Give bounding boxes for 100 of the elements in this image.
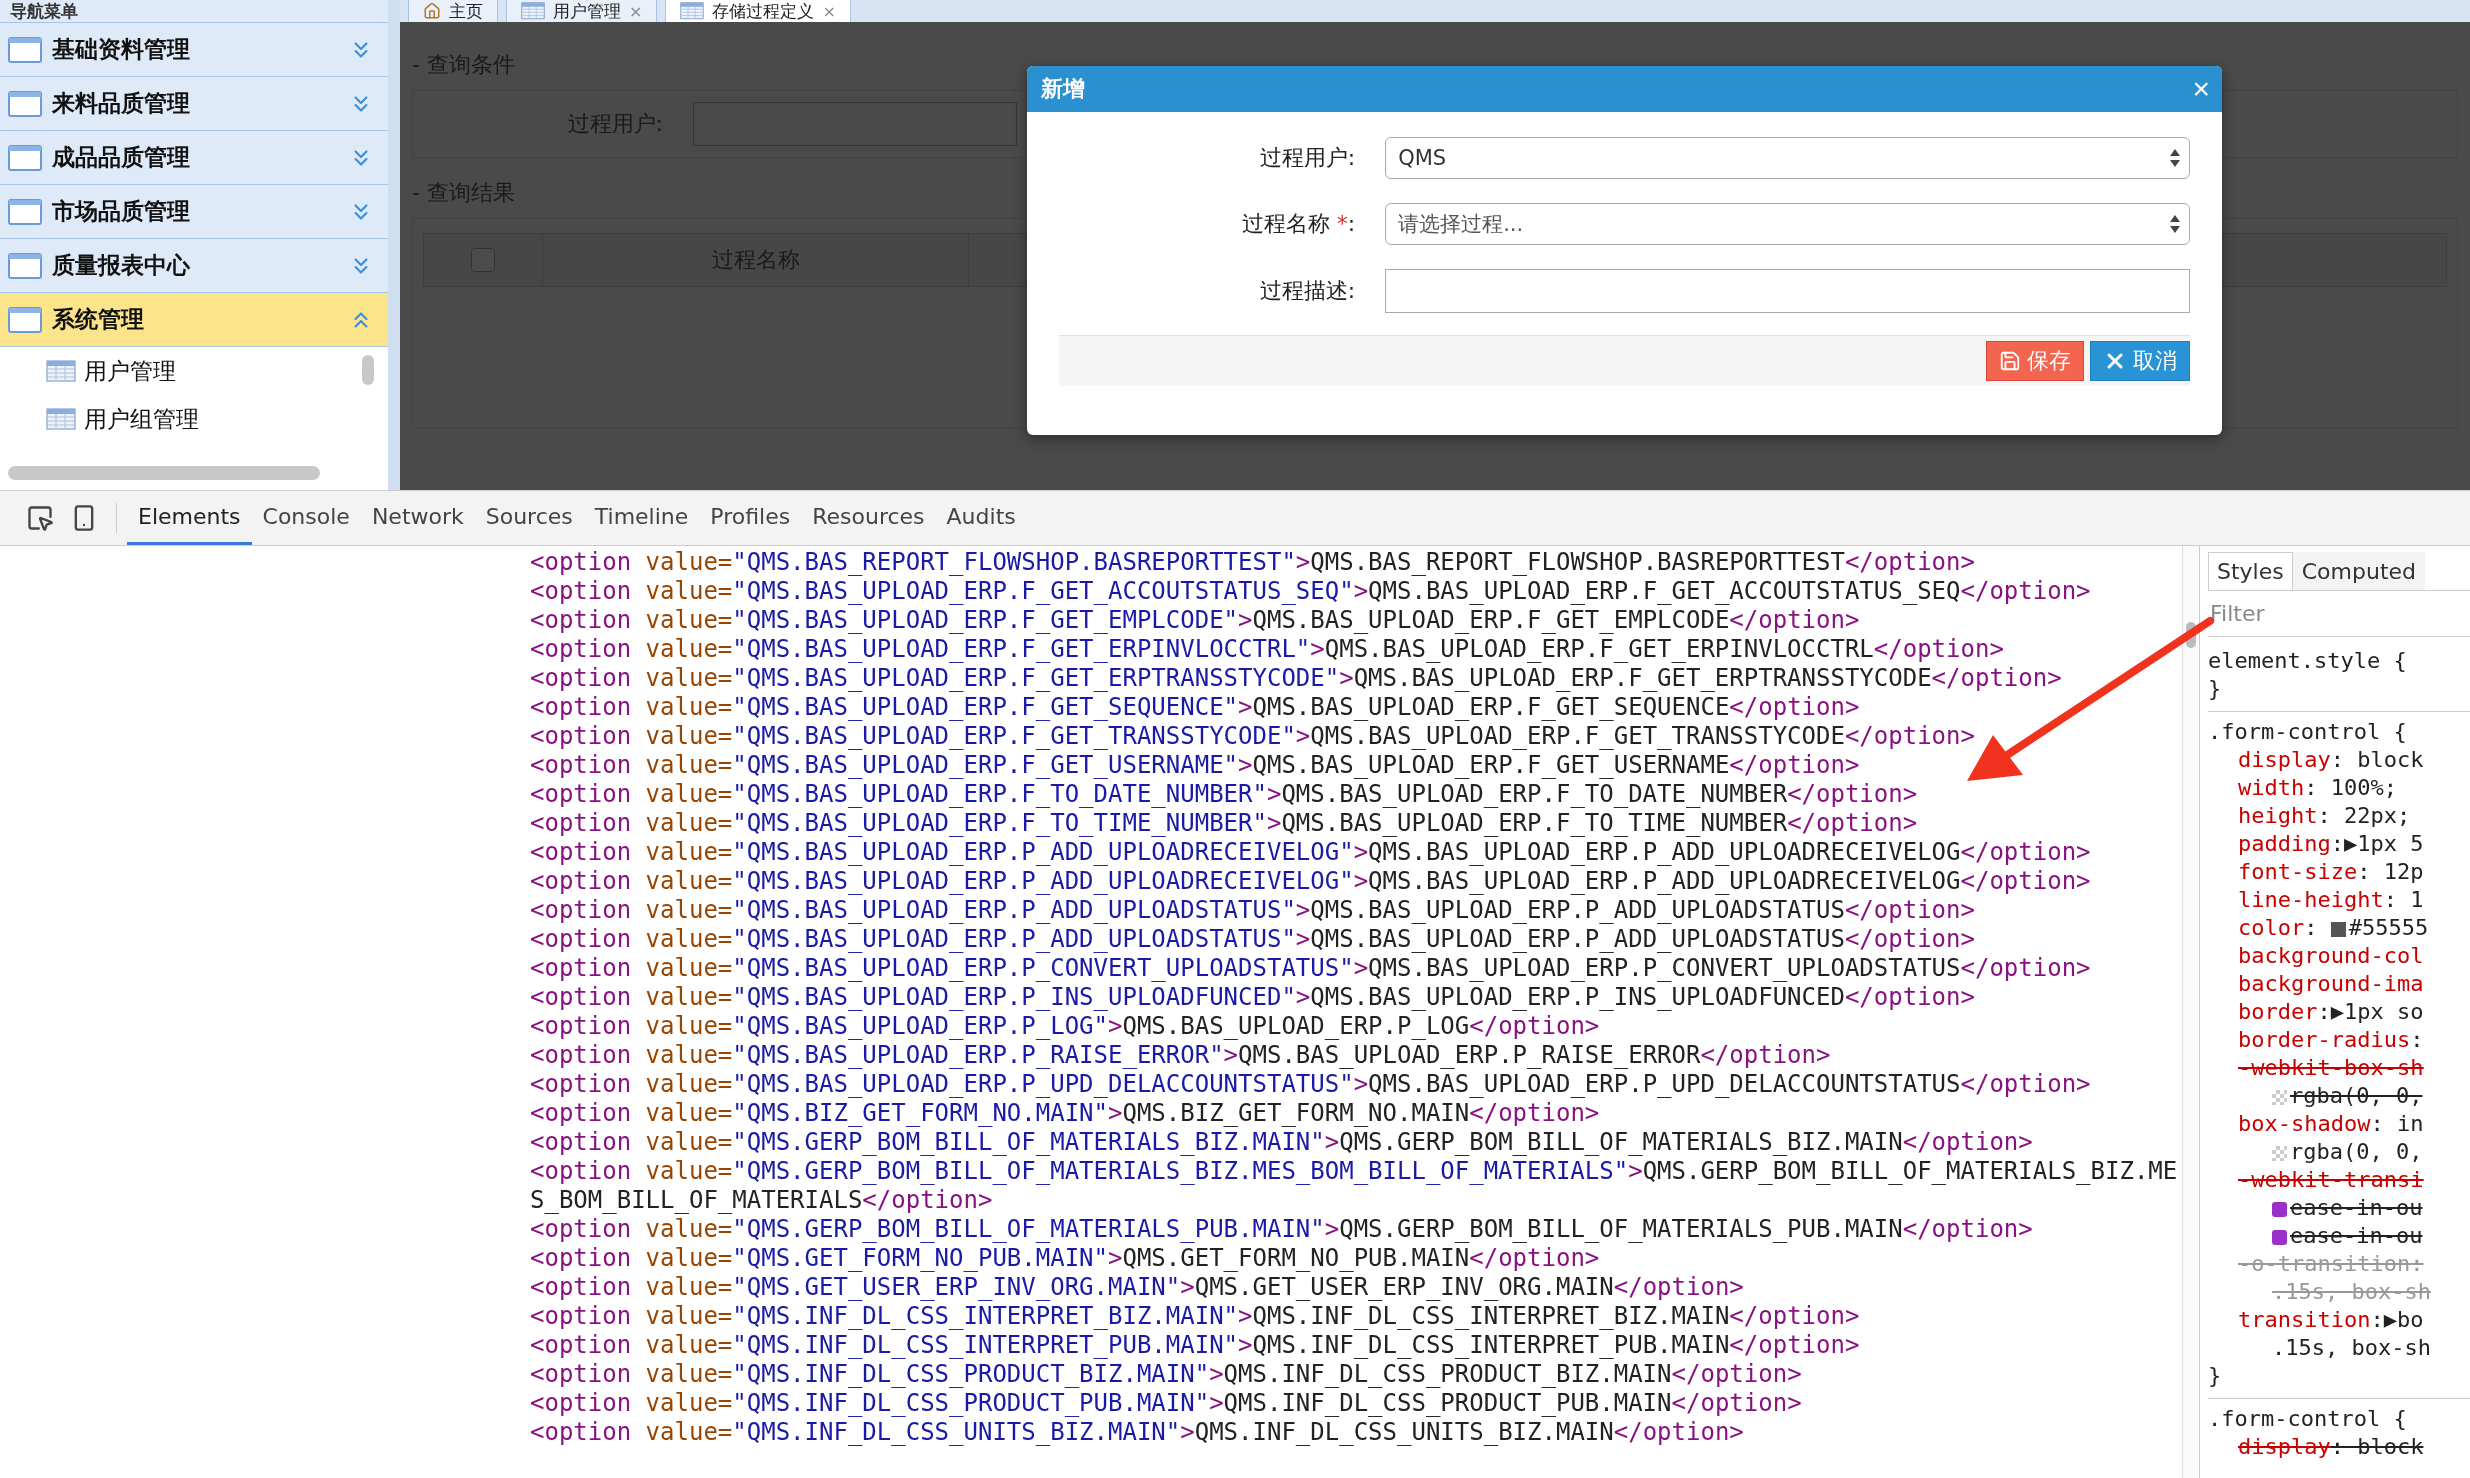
styles-tab[interactable]: Styles <box>2208 552 2293 590</box>
css-declaration: padding:▶1px 5 <box>2237 830 2425 858</box>
css-declaration: background-col <box>2237 942 2425 970</box>
checkbox[interactable] <box>471 248 495 272</box>
code-line[interactable]: <option value="QMS.BAS_UPLOAD_ERP.F_GET_ERPINVLOCCTRL">QMS.BAS_UPLOAD_ERP.F_GET_ERPINVLOCCTRL</option> <box>530 635 2185 664</box>
css-value: .15s, box-sh <box>2271 1278 2432 1306</box>
input-field[interactable] <box>693 102 1017 146</box>
code-line[interactable]: <option value="QMS.GERP_BOM_BILL_OF_MATERIALS_PUB.MAIN">QMS.GERP_BOM_BILL_OF_MATERIALS_PUB.MAIN</option> <box>530 1215 2185 1244</box>
code-line[interactable]: <option value="QMS.BAS_UPLOAD_ERP.P_ADD_UPLOADSTATUS">QMS.BAS_UPLOAD_ERP.P_ADD_UPLOADSTATUS</option> <box>530 925 2185 954</box>
code-line[interactable]: <option value="QMS.BAS_UPLOAD_ERP.F_GET_ERPTRANSSTYCODE">QMS.BAS_UPLOAD_ERP.F_GET_ERPTRANSSTYCODE</option> <box>530 664 2185 693</box>
devtools-tab[interactable]: Elements <box>127 491 252 545</box>
scrollbar-thumb[interactable] <box>2186 622 2196 648</box>
code-line[interactable]: <option value="QMS.BAS_UPLOAD_ERP.P_ADD_UPLOADRECEIVELOG">QMS.BAS_UPLOAD_ERP.P_ADD_UPLOADRECEIVELOG</option> <box>530 867 2185 896</box>
tab[interactable]: 主页 <box>408 0 498 22</box>
css-declaration: background-ima <box>2237 970 2425 998</box>
window-icon <box>8 144 42 171</box>
code-line[interactable]: <option value="QMS.INF_DL_CSS_PRODUCT_BIZ.MAIN">QMS.INF_DL_CSS_PRODUCT_BIZ.MAIN</option> <box>530 1360 2185 1389</box>
window-icon <box>8 198 42 225</box>
code-line[interactable]: <option value="QMS.GERP_BOM_BILL_OF_MATERIALS_BIZ.MES_BOM_BILL_OF_MATERIALS">QMS.GERP_BOM_BILL_OF_MATERIALS_BIZ.MES_BOM_BILL_OF_MATERIALS</option> <box>530 1157 2185 1215</box>
devtools-tab[interactable]: Audits <box>935 491 1027 545</box>
code-line[interactable]: <option value="QMS.GERP_BOM_BILL_OF_MATERIALS_BIZ.MAIN">QMS.GERP_BOM_BILL_OF_MATERIALS_BIZ.MAIN</option> <box>530 1128 2185 1157</box>
tab[interactable]: 存储过程定义 × <box>665 0 851 22</box>
sidebar-item[interactable]: 基础资料管理 <box>0 23 388 77</box>
css-value: ease-in-ou <box>2208 1222 2470 1250</box>
sidebar-subitem[interactable]: 用户组管理 <box>0 395 199 443</box>
code-line[interactable]: <option value="QMS.BAS_UPLOAD_ERP.F_GET_TRANSSTYCODE">QMS.BAS_UPLOAD_ERP.F_GET_TRANSSTYCODE</option> <box>530 722 2185 751</box>
css-brace: } <box>2208 675 2223 703</box>
code-line[interactable]: <option value="QMS.BIZ_GET_FORM_NO.MAIN">QMS.BIZ_GET_FORM_NO.MAIN</option> <box>530 1099 2185 1128</box>
code-line[interactable]: <option value="QMS.BAS_UPLOAD_ERP.F_GET_SEQUENCE">QMS.BAS_UPLOAD_ERP.F_GET_SEQUENCE</option> <box>530 693 2185 722</box>
tab[interactable]: 用户管理 × <box>506 0 658 22</box>
window-icon <box>8 90 42 117</box>
code-line[interactable]: <option value="QMS.BAS_UPLOAD_ERP.F_GET_EMPLCODE">QMS.BAS_UPLOAD_ERP.F_GET_EMPLCODE</option> <box>530 606 2185 635</box>
code-line[interactable]: <option value="QMS.BAS_REPORT_FLOWSHOP.BASREPORTTEST">QMS.BAS_REPORT_FLOWSHOP.BASREPORTTEST</option> <box>530 548 2185 577</box>
scrollbar-thumb[interactable] <box>362 355 374 385</box>
css-value: rgba(0, 0, <box>2208 1082 2470 1110</box>
sidebar-item[interactable]: 来料品质管理 <box>0 77 388 131</box>
table-icon <box>680 2 705 20</box>
code-line[interactable]: <option value="QMS.INF_DL_CSS_INTERPRET_PUB.MAIN">QMS.INF_DL_CSS_INTERPRET_PUB.MAIN</option> <box>530 1331 2185 1360</box>
window-icon <box>8 36 42 63</box>
code-line[interactable]: <option value="QMS.BAS_UPLOAD_ERP.P_UPD_DELACCOUNTSTATUS">QMS.BAS_UPLOAD_ERP.P_UPD_DELACCOUNTSTATUS</option> <box>530 1070 2185 1099</box>
css-declaration: border:▶1px so <box>2237 998 2425 1026</box>
code-line[interactable]: <option value="QMS.BAS_UPLOAD_ERP.F_TO_DATE_NUMBER">QMS.BAS_UPLOAD_ERP.F_TO_DATE_NUMBER</option> <box>530 780 2185 809</box>
css-declaration: font-size: 12p <box>2237 858 2425 886</box>
code-line[interactable]: <option value="QMS.BAS_UPLOAD_ERP.P_RAISE_ERROR">QMS.BAS_UPLOAD_ERP.P_RAISE_ERROR</option> <box>530 1041 2185 1070</box>
sidebar-item[interactable]: 系统管理 <box>0 293 388 347</box>
color-swatch-icon[interactable] <box>2330 921 2346 937</box>
sidebar-item[interactable]: 质量报表中心 <box>0 239 388 293</box>
code-line[interactable]: <option value="QMS.INF_DL_CSS_INTERPRET_BIZ.MAIN">QMS.INF_DL_CSS_INTERPRET_BIZ.MAIN</option> <box>530 1302 2185 1331</box>
input-field[interactable] <box>1385 269 2190 313</box>
field-label: 过程描述: <box>1258 277 1357 305</box>
field-label: 过程名称 *: <box>1240 210 1357 238</box>
css-value: .15s, box-sh <box>2271 1334 2432 1362</box>
devtools-tab[interactable]: Sources <box>474 491 584 545</box>
css-declaration: box-shadow: in <box>2237 1110 2425 1138</box>
sidebar-title: 导航菜单 <box>0 0 388 23</box>
sidebar-item[interactable]: 成品品质管理 <box>0 131 388 185</box>
devtools-tab[interactable]: Resources <box>801 491 936 545</box>
code-line[interactable]: <option value="QMS.BAS_UPLOAD_ERP.F_GET_ACCOUTSTATUS_SEQ">QMS.BAS_UPLOAD_ERP.F_GET_ACCOUTSTATUS_SEQ</option> <box>530 577 2185 606</box>
css-declaration: transition:▶bo <box>2237 1306 2425 1334</box>
css-declaration: display: block <box>2237 746 2425 774</box>
table-icon <box>46 408 76 430</box>
scrollbar-thumb[interactable] <box>8 466 320 480</box>
easing-curve-icon[interactable] <box>2272 1229 2287 1245</box>
code-line[interactable]: <option value="QMS.GET_USER_ERP_INV_ORG.MAIN">QMS.GET_USER_ERP_INV_ORG.MAIN</option> <box>530 1273 2185 1302</box>
code-line[interactable]: <option value="QMS.INF_DL_CSS_PRODUCT_PUB.MAIN">QMS.INF_DL_CSS_PRODUCT_PUB.MAIN</option> <box>530 1389 2185 1418</box>
css-declaration: color: #55555 <box>2237 914 2430 942</box>
code-line[interactable]: <option value="QMS.BAS_UPLOAD_ERP.P_ADD_UPLOADRECEIVELOG">QMS.BAS_UPLOAD_ERP.P_ADD_UPLOADRECEIVELOG</option> <box>530 838 2185 867</box>
select-field[interactable]: QMS <box>1385 137 2190 179</box>
inspect-icon[interactable] <box>26 504 54 532</box>
styles-tab[interactable]: Computed <box>2292 552 2426 590</box>
css-declaration: height: 22px; <box>2237 802 2412 830</box>
code-line[interactable]: <option value="QMS.BAS_UPLOAD_ERP.P_INS_UPLOADFUNCED">QMS.BAS_UPLOAD_ERP.P_INS_UPLOADFUNCED</option> <box>530 983 2185 1012</box>
devtools-tab[interactable]: Profiles <box>699 491 802 545</box>
code-line[interactable]: <option value="QMS.BAS_UPLOAD_ERP.P_LOG">QMS.BAS_UPLOAD_ERP.P_LOG</option> <box>530 1012 2185 1041</box>
devtools-tab[interactable]: Network <box>360 491 475 545</box>
code-line[interactable]: <option value="QMS.GET_FORM_NO_PUB.MAIN">QMS.GET_FORM_NO_PUB.MAIN</option> <box>530 1244 2185 1273</box>
css-selector: element.style { <box>2208 647 2408 675</box>
window-icon <box>8 306 42 333</box>
css-selector: .form-control { <box>2208 711 2470 746</box>
house-icon <box>423 2 441 20</box>
devtools-tab[interactable]: Timeline <box>583 491 700 545</box>
select-arrows-icon <box>2169 214 2181 234</box>
css-declaration: width: 100%; <box>2237 774 2398 802</box>
easing-curve-icon[interactable] <box>2272 1201 2287 1217</box>
code-line[interactable]: <option value="QMS.INF_DL_CSS_UNITS_BIZ.MAIN">QMS.INF_DL_CSS_UNITS_BIZ.MAIN</option> <box>530 1418 2185 1447</box>
table-icon <box>521 2 545 20</box>
css-brace: } <box>2208 1362 2223 1390</box>
code-line[interactable]: <option value="QMS.BAS_UPLOAD_ERP.P_ADD_UPLOADSTATUS">QMS.BAS_UPLOAD_ERP.P_ADD_UPLOADSTATUS</option> <box>530 896 2185 925</box>
save-icon <box>1999 350 2021 372</box>
code-line[interactable]: <option value="QMS.BAS_UPLOAD_ERP.P_CONVERT_UPLOADSTATUS">QMS.BAS_UPLOAD_ERP.P_CONVERT_UPLOADSTATUS</option> <box>530 954 2185 983</box>
code-line[interactable]: <option value="QMS.BAS_UPLOAD_ERP.F_TO_TIME_NUMBER">QMS.BAS_UPLOAD_ERP.F_TO_TIME_NUMBER</option> <box>530 809 2185 838</box>
code-line[interactable]: <option value="QMS.BAS_UPLOAD_ERP.F_GET_USERNAME">QMS.BAS_UPLOAD_ERP.F_GET_USERNAME</option> <box>530 751 2185 780</box>
devtools-tab[interactable]: Console <box>251 491 361 545</box>
css-value: ease-in-ou <box>2208 1194 2470 1222</box>
select-field[interactable]: 请选择过程... <box>1385 203 2190 245</box>
window-icon <box>8 252 42 279</box>
sidebar-item[interactable]: 市场品质管理 <box>0 185 388 239</box>
css-declaration: display: block <box>2237 1433 2425 1461</box>
sidebar-subitem[interactable]: 用户管理 <box>0 347 176 395</box>
css-declaration: border-radius: <box>2237 1026 2425 1054</box>
